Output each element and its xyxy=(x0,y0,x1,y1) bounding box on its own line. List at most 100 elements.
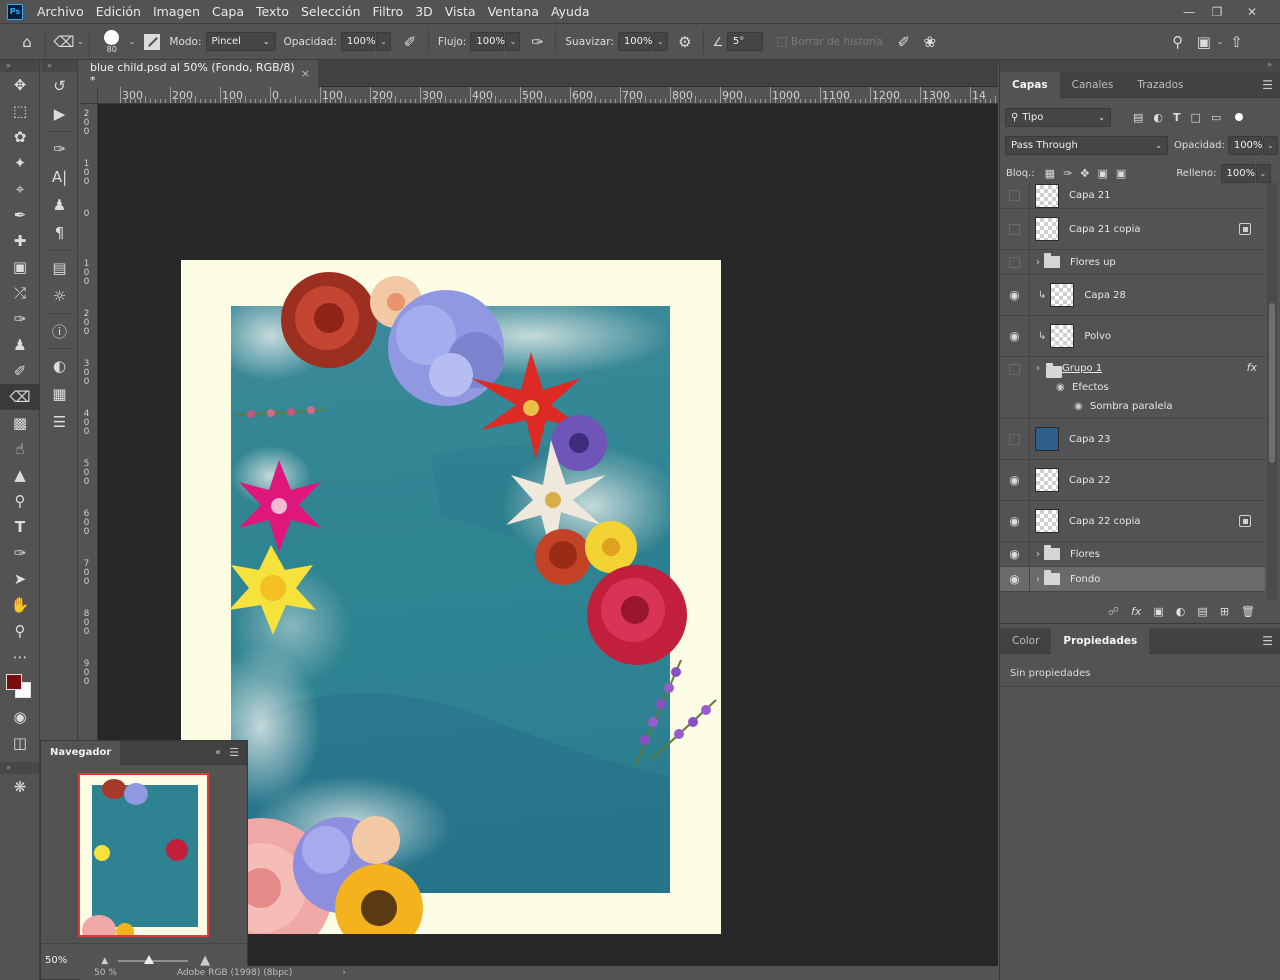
visibility-eye-icon[interactable]: ◉ xyxy=(1000,275,1030,315)
dock-collapse-icon[interactable]: » xyxy=(1000,60,1280,72)
workspace-icon[interactable]: ▣ xyxy=(1191,29,1217,55)
layer-opacity-field[interactable]: 100% xyxy=(1227,135,1262,155)
navigator-tab[interactable]: Navegador xyxy=(41,740,121,765)
tab-color[interactable]: Color xyxy=(1000,628,1051,654)
gradient-tool-icon[interactable]: ▩ xyxy=(0,410,40,436)
menu-texto[interactable]: Texto xyxy=(250,0,295,24)
brush-panel-icon[interactable]: ✑ xyxy=(41,135,78,163)
menu-archivo[interactable]: Archivo xyxy=(31,0,90,24)
search-icon[interactable]: ⚲ xyxy=(1165,29,1191,55)
layer-row[interactable]: ◉ Capa 22 xyxy=(1000,460,1265,501)
erase-history-checkbox[interactable] xyxy=(776,36,787,47)
eraser-tool-icon[interactable]: ⌫ xyxy=(0,384,40,410)
filter-shape-icon[interactable]: □ xyxy=(1191,111,1201,124)
layer-row-group[interactable]: › Grupo 1 fx ◉ Efectos ◉ Sombra paralela xyxy=(1000,357,1265,419)
panel-menu-icon[interactable]: ☰ xyxy=(229,746,239,759)
visibility-toggle[interactable] xyxy=(1000,357,1030,419)
properties-menu-icon[interactable]: ☰ xyxy=(1262,628,1273,653)
ruler-corner[interactable] xyxy=(80,87,98,104)
hand-tool-icon[interactable]: ✋ xyxy=(0,592,40,618)
drop-shadow-eye-icon[interactable]: ◉ xyxy=(1074,401,1083,412)
info-panel-icon[interactable]: ⓘ xyxy=(41,317,78,345)
workspace-chevron-icon[interactable]: ⌄ xyxy=(1217,37,1224,46)
visibility-eye-icon[interactable]: ◉ xyxy=(1000,460,1030,500)
zoom-slider[interactable] xyxy=(118,954,189,964)
history-brush-tool-icon[interactable]: ✐ xyxy=(0,358,40,384)
glyphs-panel-icon[interactable]: ▤ xyxy=(41,254,78,282)
navigator-preview[interactable] xyxy=(78,773,209,937)
delete-layer-trash-icon[interactable]: 🗑 xyxy=(1241,605,1255,618)
character-panel-icon[interactable]: A| xyxy=(41,163,78,191)
adjustments-icon[interactable]: ◐ xyxy=(41,352,78,380)
filter-pixel-icon[interactable]: ▤ xyxy=(1133,111,1143,124)
brush-settings-icon[interactable] xyxy=(139,29,165,55)
new-layer-icon[interactable]: ⊞ xyxy=(1220,605,1229,618)
layer-row[interactable]: Capa 21 copia xyxy=(1000,209,1265,250)
smoothing-field[interactable]: 100% xyxy=(617,32,653,51)
document-canvas[interactable] xyxy=(181,260,721,934)
fill-dropdown-icon[interactable]: ⌄ xyxy=(1255,163,1271,183)
brush-chevron-icon[interactable]: ⌄ xyxy=(129,37,136,46)
visibility-toggle[interactable] xyxy=(1000,209,1030,249)
marquee-tool-icon[interactable]: ⬚ xyxy=(0,98,40,124)
strip-collapse-icon[interactable]: « xyxy=(41,60,77,72)
add-style-fx-icon[interactable]: fx xyxy=(1131,605,1141,618)
menu-vista[interactable]: Vista xyxy=(439,0,482,24)
zoom-out-mountain-icon[interactable]: ▲ xyxy=(101,956,108,966)
symmetry-butterfly-icon[interactable]: ❀ xyxy=(917,29,943,55)
pen-tool-icon[interactable]: ✑ xyxy=(0,540,40,566)
layer-row[interactable]: ◉ › Flores xyxy=(1000,542,1265,567)
layer-row[interactable]: ◉ ↳ Capa 28 xyxy=(1000,275,1265,316)
effects-eye-icon[interactable]: ◉ xyxy=(1056,382,1065,393)
expand-chevron-icon[interactable]: › xyxy=(1036,363,1040,374)
navigator-zoom-value[interactable]: 50% xyxy=(45,955,67,966)
content-aware-tool-icon[interactable]: ▣ xyxy=(0,254,40,280)
expand-chevron-icon[interactable]: › xyxy=(1036,257,1040,268)
move-tool-icon[interactable]: ✥ xyxy=(0,72,40,98)
smudge-tool-icon[interactable]: ☝ xyxy=(0,436,40,462)
menu-seleccion[interactable]: Selección xyxy=(295,0,367,24)
menu-ayuda[interactable]: Ayuda xyxy=(545,0,596,24)
tab-capas[interactable]: Capas xyxy=(1000,72,1060,98)
visibility-toggle[interactable] xyxy=(1000,419,1030,459)
quick-mask-icon[interactable]: ◉ xyxy=(0,704,40,730)
properties-sliders-icon[interactable]: ☰ xyxy=(41,408,78,436)
content-move-tool-icon[interactable]: ⤮ xyxy=(0,280,40,306)
layer-opacity-dropdown-icon[interactable]: ⌄ xyxy=(1262,135,1278,155)
menu-filtro[interactable]: Filtro xyxy=(367,0,410,24)
smoothing-settings-gear-icon[interactable]: ⚙ xyxy=(672,29,698,55)
zoom-tool-icon[interactable]: ⚲ xyxy=(0,618,40,644)
tool-preset-chevron-icon[interactable]: ⌄ xyxy=(77,37,84,46)
extensions-icon[interactable]: ❋ xyxy=(0,774,40,800)
path-selection-tool-icon[interactable]: ➤ xyxy=(0,566,40,592)
quick-selection-tool-icon[interactable]: ✦ xyxy=(0,150,40,176)
clone-stamp-tool-icon[interactable]: ♟ xyxy=(0,332,40,358)
visibility-toggle[interactable] xyxy=(1000,183,1030,208)
fx-icon[interactable]: fx xyxy=(1247,361,1257,374)
foreground-color-swatch[interactable] xyxy=(6,674,22,690)
close-window-icon[interactable]: ✕ xyxy=(1238,0,1266,24)
more-tools-icon[interactable]: ⋯ xyxy=(0,644,40,670)
visibility-eye-icon[interactable]: ◉ xyxy=(1000,316,1030,356)
tools-collapse-icon[interactable]: » xyxy=(0,60,39,72)
visibility-eye-icon[interactable]: ◉ xyxy=(1000,501,1030,541)
smoothing-dropdown-icon[interactable]: ⌄ xyxy=(652,32,668,51)
layer-row[interactable]: Capa 21 xyxy=(1000,183,1265,209)
filter-toggle[interactable] xyxy=(1235,113,1244,121)
crop-tool-icon[interactable]: ⌖ xyxy=(0,176,40,202)
brush-preset-picker[interactable]: 80 xyxy=(95,26,129,58)
menu-edicion[interactable]: Edición xyxy=(90,0,147,24)
blend-mode-select[interactable]: Pass Through ⌄ xyxy=(1005,135,1168,155)
opacity-field[interactable]: 100% xyxy=(340,32,375,51)
status-chevron-icon[interactable]: › xyxy=(342,968,346,978)
expand-chevron-icon[interactable]: › xyxy=(1036,549,1040,560)
menu-capa[interactable]: Capa xyxy=(206,0,250,24)
restore-icon[interactable]: ❐ xyxy=(1203,0,1231,24)
learn-bulb-icon[interactable]: ☼ xyxy=(41,282,78,310)
add-mask-icon[interactable]: ▣ xyxy=(1153,605,1163,618)
fill-field[interactable]: 100% xyxy=(1220,163,1255,183)
filter-kind-select[interactable]: ⚲ Tipo ⌄ xyxy=(1005,107,1111,127)
mode-select[interactable]: Pincel ⌄ xyxy=(205,32,276,51)
sharpen-tool-icon[interactable]: ▲ xyxy=(0,462,40,488)
lock-all-icon[interactable]: ▣ xyxy=(1116,167,1126,180)
